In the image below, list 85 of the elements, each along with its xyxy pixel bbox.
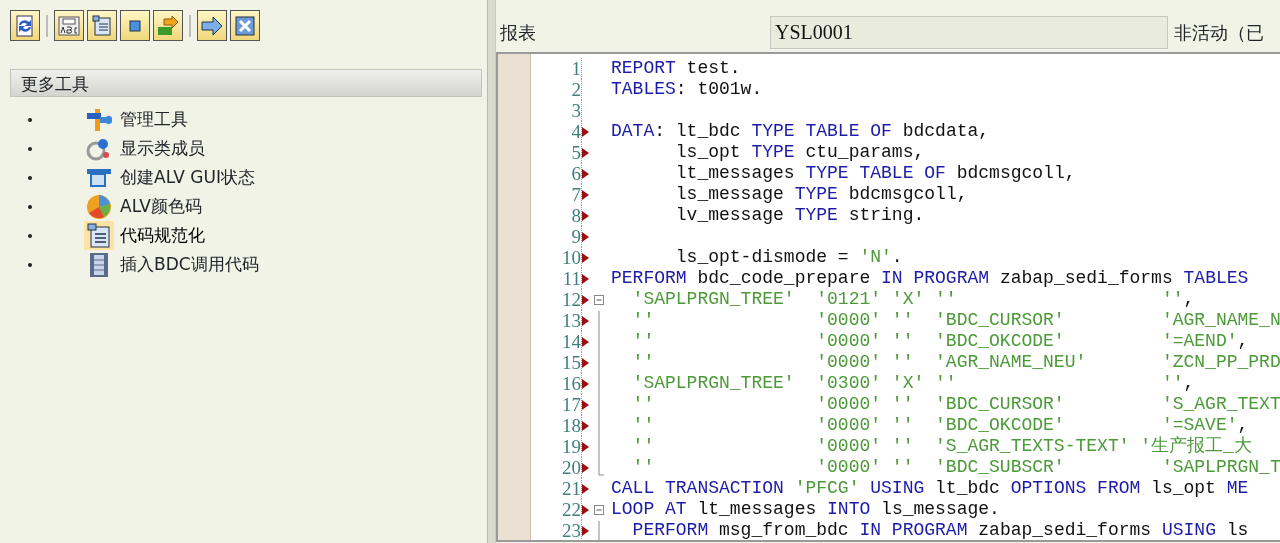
code-line: CALL TRANSACTION 'PFCG' USING lt_bdc OPTIONS FROM ls_opt ME: [611, 478, 1249, 499]
code-line: '' '0000' '' 'AGR_NAME_NEU' 'ZCN_PP_PRD: [631, 352, 1280, 373]
line-number: 16: [561, 373, 581, 394]
line-number: 2: [570, 79, 581, 100]
line-number: 21: [561, 478, 581, 499]
square-icon: [128, 18, 142, 33]
code-line: lt_messages TYPE TABLE OF bdcmsgcoll,: [674, 163, 1076, 184]
line-number: 4: [570, 121, 581, 142]
line-number: 10: [561, 247, 581, 268]
code-line: '' '0000' '' 'S_AGR_TEXTS-TEXT' '生产报工_大: [631, 436, 1252, 457]
line-number: 3: [570, 100, 581, 121]
code-line: ls_message TYPE bdcmsgcoll,: [674, 184, 968, 205]
line-number: 23: [561, 520, 581, 540]
bullet-icon: [28, 175, 32, 180]
code-line: ls_opt TYPE ctu_params,: [674, 142, 925, 163]
line-number: 5: [570, 142, 581, 163]
code-line: '' '0000' '' 'BDC_CURSOR' 'AGR_NAME_N: [631, 310, 1280, 331]
code-line: REPORT test.: [611, 58, 741, 79]
line-number: 7: [570, 184, 581, 205]
line-number: 8: [570, 205, 581, 226]
tool-label: 插入BDC调用代码: [120, 252, 259, 276]
line-number: 15: [561, 352, 581, 373]
transfer-arrow-icon: [156, 14, 180, 37]
code-line: DATA: lt_bdc TYPE TABLE OF bdcdata,: [611, 121, 990, 142]
line-number: 18: [561, 415, 581, 436]
code-line: ls_opt-dismode = 'N'.: [674, 247, 903, 268]
close-button[interactable]: [230, 10, 260, 41]
code-line: '' '0000' '' 'BDC_CURSOR' 'S_AGR_TEXT: [631, 394, 1280, 415]
window-icon: [86, 166, 112, 189]
text-button[interactable]: [54, 10, 84, 41]
square-button[interactable]: [120, 10, 150, 41]
tool-label: 显示类成员: [120, 136, 205, 160]
refresh-button[interactable]: [10, 10, 40, 41]
line-number: 6: [570, 163, 581, 184]
code-line: '' '0000' '' 'BDC_OKCODE' '=SAVE',: [631, 415, 1249, 436]
line-number: 14: [561, 331, 581, 352]
code-line: TABLES: t001w.: [611, 79, 763, 100]
line-number: 11: [561, 268, 581, 289]
code-line: PERFORM msg_from_bdc IN PROGRAM zabap_sedi_forms USING ls: [631, 520, 1249, 540]
tool-item[interactable]: 代码规范化: [10, 221, 482, 250]
code-line: LOOP AT lt_messages INTO ls_message.: [611, 499, 1000, 520]
code-line: '' '0000' '' 'BDC_OKCODE' '=AEND',: [631, 331, 1249, 352]
line-number: 9: [570, 226, 581, 247]
tool-item[interactable]: 显示类成员: [10, 134, 482, 163]
document-lines-icon: [91, 14, 113, 37]
wrench-icon: [86, 106, 112, 133]
tool-label: 创建ALV GUI状态: [120, 165, 255, 189]
film-strip-icon: [88, 251, 110, 278]
document-lines-icon: [86, 222, 112, 249]
pie-chart-icon: [86, 193, 112, 220]
code-line: lv_message TYPE string.: [674, 205, 925, 226]
code-line: 'SAPLPRGN_TREE' '0121' 'X' '' '',: [631, 289, 1195, 310]
tool-item[interactable]: 创建ALV GUI状态: [10, 163, 482, 192]
tool-item[interactable]: 管理工具: [10, 105, 482, 134]
bullet-icon: [28, 233, 32, 238]
status-text: 非活动（已: [1174, 20, 1264, 45]
close-icon: [234, 14, 256, 37]
tool-label: 代码规范化: [120, 223, 205, 247]
line-number: 19: [561, 436, 581, 457]
bullet-icon: [28, 146, 32, 151]
panel-header: 更多工具: [10, 69, 482, 97]
document-button[interactable]: [87, 10, 117, 41]
bullet-icon: [28, 204, 32, 209]
transfer-button[interactable]: [153, 10, 183, 41]
tool-item[interactable]: 插入BDC调用代码: [10, 250, 482, 279]
arrow-right-icon: [200, 15, 224, 36]
bullet-icon: [28, 117, 32, 122]
line-number: 12: [561, 289, 581, 310]
line-number: 17: [561, 394, 581, 415]
code-line: '' '0000' '' 'BDC_SUBSCR' 'SAPLPRGN_T: [631, 457, 1280, 478]
text-abc-icon: [57, 14, 81, 37]
line-number: 13: [561, 310, 581, 331]
tool-item[interactable]: ALV颜色码: [10, 192, 482, 221]
line-number: 22: [561, 499, 581, 520]
code-line: 'SAPLPRGN_TREE' '0300' 'X' '' '',: [631, 373, 1195, 394]
tool-label: 管理工具: [120, 107, 188, 131]
bullet-icon: [28, 262, 32, 267]
code-line: PERFORM bdc_code_prepare IN PROGRAM zabap_sedi_forms TABLES: [611, 268, 1249, 289]
line-number: 20: [561, 457, 581, 478]
refresh-icon: [14, 14, 36, 37]
line-number: 1: [570, 58, 581, 79]
tool-label: ALV颜色码: [120, 194, 202, 218]
forward-button[interactable]: [197, 10, 227, 41]
program-name-field[interactable]: YSL0001: [770, 15, 1168, 49]
report-label: 报表: [500, 20, 537, 45]
